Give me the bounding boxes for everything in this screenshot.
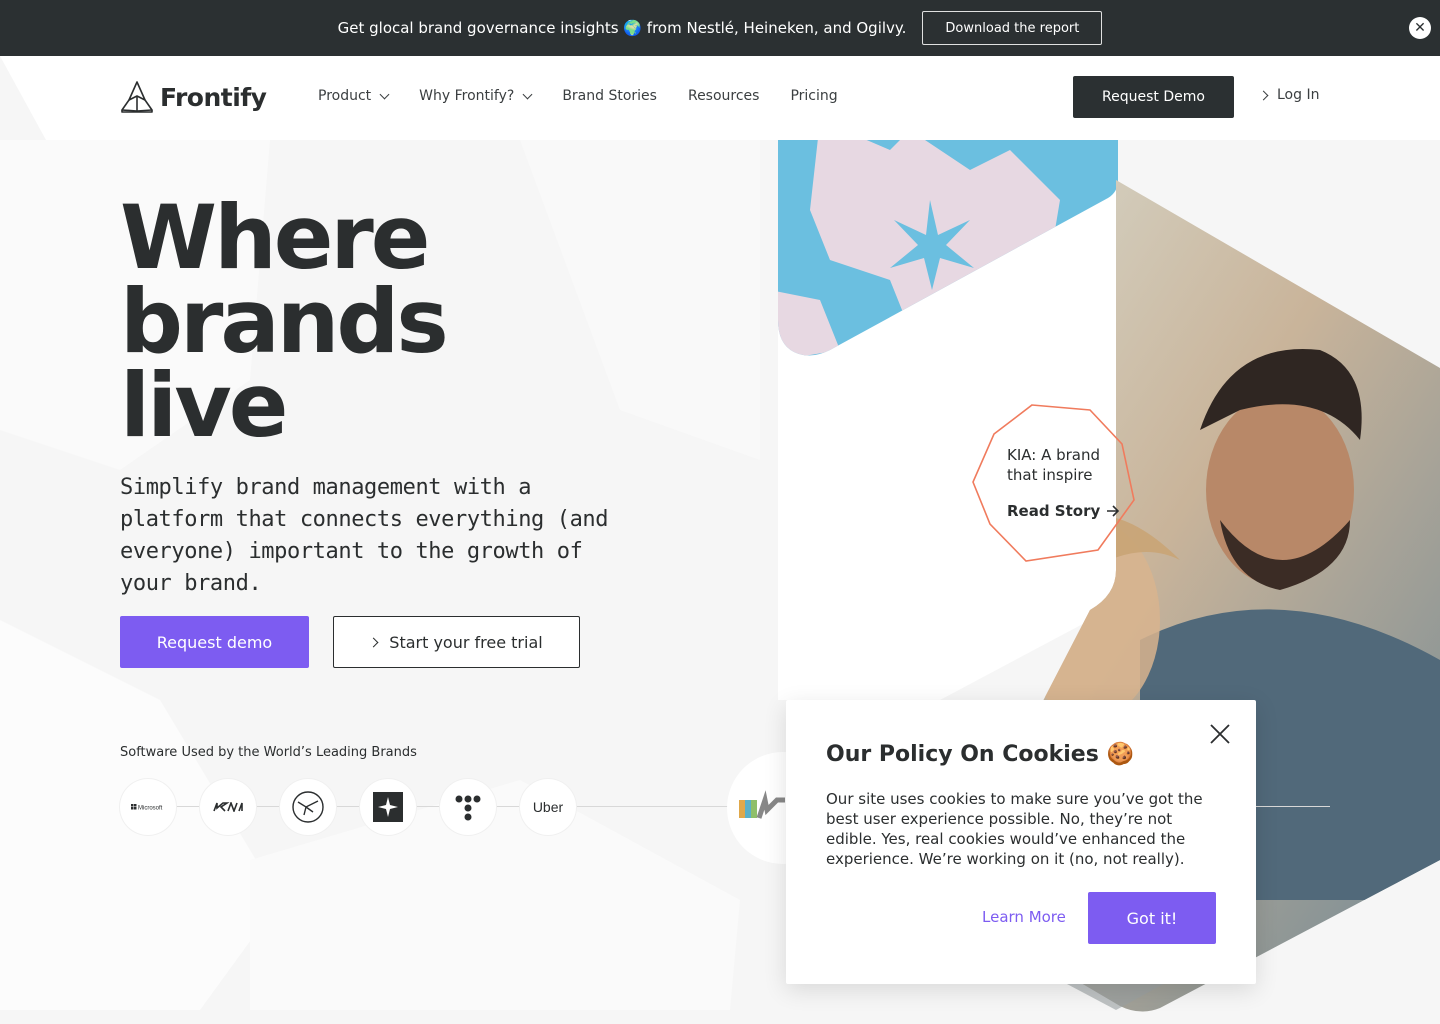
nav-item-brand-stories[interactable]: Brand Stories xyxy=(562,88,657,104)
story-title: KIA: A brand that inspire xyxy=(1007,446,1101,484)
nav-item-label: Brand Stories xyxy=(562,88,657,104)
t-brand-logo xyxy=(440,779,496,835)
story-card[interactable]: KIA: A brand that inspire Read Story xyxy=(972,404,1136,562)
chevron-right-icon xyxy=(368,637,379,647)
login-label: Log In xyxy=(1277,87,1320,103)
read-story-label: Read Story xyxy=(1007,502,1101,520)
nav-item-label: Pricing xyxy=(790,88,838,104)
accept-cookies-button[interactable]: Got it! xyxy=(1088,892,1216,944)
nav-item-label: Product xyxy=(318,88,372,104)
svg-text:Microsoft: Microsoft xyxy=(138,806,163,812)
uber-logo: Uber xyxy=(520,779,576,835)
free-trial-label: Start your free trial xyxy=(389,632,543,652)
nav-item-product[interactable]: Product xyxy=(318,88,390,104)
microsoft-logo: Microsoft xyxy=(120,779,176,835)
microsoft-logo-icon: Microsoft xyxy=(131,804,163,812)
t-dots-icon xyxy=(455,795,481,821)
uber-wordmark: Uber xyxy=(532,799,564,815)
learn-more-link[interactable]: Learn More xyxy=(982,908,1066,926)
close-announcement-button[interactable]: ✕ xyxy=(1409,17,1431,39)
chevron-down-icon xyxy=(379,89,390,99)
request-demo-button[interactable]: Request demo xyxy=(120,616,309,668)
free-trial-button[interactable]: Start your free trial xyxy=(333,616,580,668)
close-icon: ✕ xyxy=(1414,20,1426,36)
cookie-title: Our Policy On Cookies 🍪 xyxy=(826,742,1134,767)
login-link[interactable]: Log In xyxy=(1258,87,1320,103)
chevron-down-icon xyxy=(522,89,533,99)
hero-title-line: live xyxy=(120,354,288,457)
nav-item-label: Resources xyxy=(687,88,760,104)
nav-item-why-frontify[interactable]: Why Frontify? xyxy=(419,88,533,104)
cookie-text: Our site uses cookies to make sure you’v… xyxy=(826,790,1203,868)
nav-item-pricing[interactable]: Pricing xyxy=(790,88,837,104)
announcement-text: Get glocal brand governance insights 🌍 f… xyxy=(337,19,907,37)
hero-subtitle: Simplify brand management with a platfor… xyxy=(120,475,609,596)
frontify-logo-icon xyxy=(121,81,153,113)
announcement-bar: Get glocal brand governance insights 🌍 f… xyxy=(0,0,1440,56)
nav-menu: Product Why Frontify? Brand Stories Reso… xyxy=(318,88,838,104)
arrow-right-icon xyxy=(1107,505,1120,517)
hero-title: Where brands live xyxy=(120,194,449,450)
close-icon xyxy=(1210,724,1230,744)
cookie-dialog: Our Policy On Cookies 🍪 Our site uses co… xyxy=(786,700,1256,984)
logo-wordmark: Frontify xyxy=(160,82,267,112)
chevron-right-icon xyxy=(1258,90,1269,100)
nav-item-resources[interactable]: Resources xyxy=(688,88,760,104)
brands-label: Software Used by the World’s Leading Bra… xyxy=(120,745,417,760)
nav-item-label: Why Frontify? xyxy=(419,88,515,104)
star-mark-icon xyxy=(373,792,403,822)
kia-logo xyxy=(200,779,256,835)
star-brand-logo xyxy=(360,779,416,835)
kia-logo-icon xyxy=(213,802,243,812)
read-story-link[interactable]: Read Story xyxy=(1007,502,1120,520)
lufthansa-logo xyxy=(280,779,336,835)
main-navigation: Frontify Product Why Frontify? Brand Sto… xyxy=(0,56,1440,140)
frontify-logo[interactable]: Frontify xyxy=(120,80,267,114)
cookie-close-button[interactable] xyxy=(1208,722,1232,746)
lufthansa-crane-icon xyxy=(292,791,324,823)
download-report-button[interactable]: Download the report xyxy=(922,11,1103,45)
request-demo-nav-button[interactable]: Request Demo xyxy=(1073,76,1234,118)
